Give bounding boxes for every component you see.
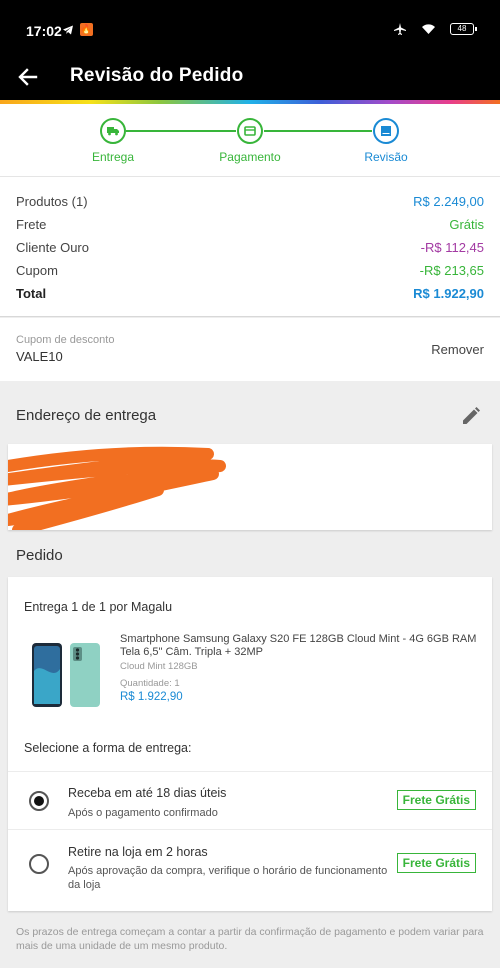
coupon-code: VALE10 — [16, 349, 63, 364]
remove-coupon-button[interactable]: Remover — [431, 342, 484, 357]
delivery-option-store[interactable]: Retire na loja em 2 horas Após aprovação… — [8, 829, 492, 911]
address-card[interactable] — [8, 444, 492, 530]
wifi-icon — [422, 24, 435, 34]
telegram-icon — [63, 25, 73, 34]
summary-row-total: Total R$ 1.922,90 — [16, 286, 484, 301]
airplane-mode-icon — [394, 23, 406, 35]
option-title: Receba em até 18 dias úteis — [68, 786, 227, 800]
status-time: 17:02 — [26, 23, 62, 39]
address-heading: Endereço de entrega — [16, 407, 157, 424]
radio-unselected[interactable] — [29, 854, 49, 874]
radio-selected[interactable] — [29, 791, 49, 811]
summary-row-products: Produtos (1) R$ 2.249,00 — [16, 194, 484, 209]
document-icon — [381, 126, 391, 136]
checkout-stepper: Entrega Pagamento Revisão — [0, 104, 500, 176]
shipment-title: Entrega 1 de 1 por Magalu — [24, 600, 173, 614]
delivery-footnote: Os prazos de entrega começam a contar a … — [16, 926, 484, 952]
card-icon — [244, 126, 256, 136]
step-revisao: Revisão — [336, 118, 436, 164]
status-bar: 17:02 🔥 48 — [0, 0, 500, 62]
product-name[interactable]: Smartphone Samsung Galaxy S20 FE 128GB C… — [120, 633, 480, 659]
step-label: Entrega — [91, 150, 135, 164]
coupon-section: Cupom de desconto VALE10 Remover — [0, 318, 500, 381]
delivery-select-title: Selecione a forma de entrega: — [24, 741, 192, 755]
summary-row-shipping: Frete Grátis — [16, 217, 484, 232]
pencil-icon[interactable] — [460, 405, 482, 427]
summary-row-gold-client: Cliente Ouro -R$ 112,45 — [16, 240, 484, 255]
product-quantity: Quantidade: 1 — [120, 678, 180, 689]
coupon-label: Cupom de desconto — [16, 334, 115, 346]
step-pagamento: Pagamento — [200, 118, 300, 164]
app-notification-icon: 🔥 — [80, 23, 93, 36]
arrow-left-icon[interactable] — [18, 64, 38, 90]
option-title: Retire na loja em 2 horas — [68, 845, 208, 859]
product-price: R$ 1.922,90 — [120, 691, 183, 703]
free-shipping-badge: Frete Grátis — [396, 790, 476, 810]
order-card: Entrega 1 de 1 por Magalu Smartphone Sam… — [8, 577, 492, 911]
order-summary: Produtos (1) R$ 2.249,00 Frete Grátis Cl… — [0, 176, 500, 317]
step-label: Pagamento — [219, 150, 281, 164]
step-label: Revisão — [364, 150, 408, 164]
redaction-scribble — [8, 446, 226, 530]
page-title: Revisão do Pedido — [70, 65, 244, 86]
truck-icon — [107, 127, 119, 136]
free-shipping-badge: Frete Grátis — [396, 853, 476, 873]
battery-icon: 48 — [450, 23, 477, 35]
step-entrega: Entrega — [63, 118, 163, 164]
option-subtitle: Após o pagamento confirmado — [68, 807, 218, 819]
summary-row-coupon: Cupom -R$ 213,65 — [16, 263, 484, 278]
order-heading: Pedido — [16, 547, 63, 564]
product-variant: Cloud Mint 128GB — [120, 661, 198, 672]
delivery-option-home[interactable]: Receba em até 18 dias úteis Após o pagam… — [8, 771, 492, 829]
app-bar: Revisão do Pedido — [0, 62, 500, 100]
product-image[interactable] — [30, 641, 106, 709]
option-subtitle: Após aprovação da compra, verifique o ho… — [68, 865, 388, 891]
